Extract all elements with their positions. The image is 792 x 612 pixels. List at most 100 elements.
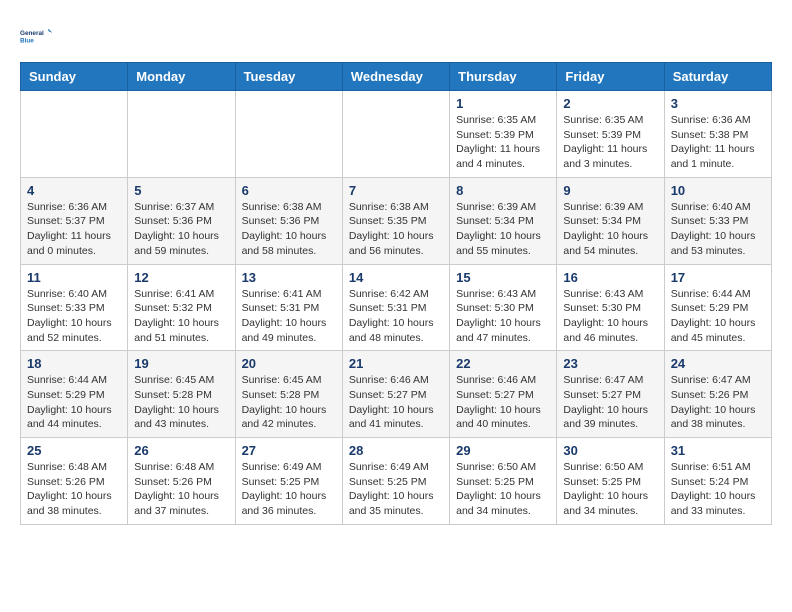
day-info: Sunrise: 6:40 AM Sunset: 5:33 PM Dayligh… <box>671 200 765 259</box>
calendar-cell: 7Sunrise: 6:38 AM Sunset: 5:35 PM Daylig… <box>342 177 449 264</box>
calendar-cell: 3 Sunrise: 6:36 AM Sunset: 5:38 PM Daylig… <box>664 91 771 178</box>
calendar-cell: 21 Sunrise: 6:46 AM Sunset: 5:27 PM Dayli… <box>342 351 449 438</box>
day-number: 19 <box>134 356 228 371</box>
day-number: 17 <box>671 270 765 285</box>
day-header-sunday: Sunday <box>21 63 128 91</box>
day-number: 31 <box>671 443 765 458</box>
day-header-monday: Monday <box>128 63 235 91</box>
calendar-cell <box>235 91 342 178</box>
day-header-wednesday: Wednesday <box>342 63 449 91</box>
day-info: Sunrise: 6:37 AM Sunset: 5:36 PM Dayligh… <box>134 200 228 259</box>
calendar-week-row: 11 Sunrise: 6:40 AM Sunset: 5:33 PM Dayli… <box>21 264 772 351</box>
day-info: Sunrise: 6:35 AM Sunset: 5:39 PM Dayligh… <box>456 113 550 172</box>
calendar-cell: 29Sunrise: 6:50 AM Sunset: 5:25 PM Dayli… <box>450 438 557 525</box>
calendar-cell: 2 Sunrise: 6:35 AM Sunset: 5:39 PM Daylig… <box>557 91 664 178</box>
calendar-cell: 18 Sunrise: 6:44 AM Sunset: 5:29 PM Dayli… <box>21 351 128 438</box>
calendar-cell: 8 Sunrise: 6:39 AM Sunset: 5:34 PM Daylig… <box>450 177 557 264</box>
day-number: 21 <box>349 356 443 371</box>
calendar-cell <box>128 91 235 178</box>
logo: General Blue <box>20 20 52 52</box>
calendar-cell: 28 Sunrise: 6:49 AM Sunset: 5:25 PM Dayli… <box>342 438 449 525</box>
calendar-cell: 23Sunrise: 6:47 AM Sunset: 5:27 PM Dayli… <box>557 351 664 438</box>
calendar-header-row: SundayMondayTuesdayWednesdayThursdayFrid… <box>21 63 772 91</box>
day-number: 30 <box>563 443 657 458</box>
svg-text:General: General <box>20 30 44 37</box>
day-number: 3 <box>671 96 765 111</box>
calendar-cell: 4 Sunrise: 6:36 AM Sunset: 5:37 PM Daylig… <box>21 177 128 264</box>
day-header-tuesday: Tuesday <box>235 63 342 91</box>
day-info: Sunrise: 6:39 AM Sunset: 5:34 PM Dayligh… <box>563 200 657 259</box>
calendar-table: SundayMondayTuesdayWednesdayThursdayFrid… <box>20 62 772 525</box>
day-info: Sunrise: 6:47 AM Sunset: 5:26 PM Dayligh… <box>671 373 765 432</box>
day-number: 5 <box>134 183 228 198</box>
day-number: 22 <box>456 356 550 371</box>
calendar-cell: 17 Sunrise: 6:44 AM Sunset: 5:29 PM Dayli… <box>664 264 771 351</box>
day-number: 8 <box>456 183 550 198</box>
calendar-cell: 15 Sunrise: 6:43 AM Sunset: 5:30 PM Dayli… <box>450 264 557 351</box>
day-info: Sunrise: 6:46 AM Sunset: 5:27 PM Dayligh… <box>456 373 550 432</box>
calendar-cell <box>21 91 128 178</box>
calendar-cell <box>342 91 449 178</box>
calendar-cell: 30Sunrise: 6:50 AM Sunset: 5:25 PM Dayli… <box>557 438 664 525</box>
day-number: 1 <box>456 96 550 111</box>
day-info: Sunrise: 6:51 AM Sunset: 5:24 PM Dayligh… <box>671 460 765 519</box>
day-info: Sunrise: 6:40 AM Sunset: 5:33 PM Dayligh… <box>27 287 121 346</box>
day-number: 9 <box>563 183 657 198</box>
day-number: 18 <box>27 356 121 371</box>
day-info: Sunrise: 6:48 AM Sunset: 5:26 PM Dayligh… <box>134 460 228 519</box>
svg-text:Blue: Blue <box>20 37 34 44</box>
day-number: 2 <box>563 96 657 111</box>
day-number: 11 <box>27 270 121 285</box>
day-info: Sunrise: 6:44 AM Sunset: 5:29 PM Dayligh… <box>27 373 121 432</box>
calendar-week-row: 18 Sunrise: 6:44 AM Sunset: 5:29 PM Dayli… <box>21 351 772 438</box>
day-number: 25 <box>27 443 121 458</box>
calendar-cell: 24 Sunrise: 6:47 AM Sunset: 5:26 PM Dayli… <box>664 351 771 438</box>
day-info: Sunrise: 6:35 AM Sunset: 5:39 PM Dayligh… <box>563 113 657 172</box>
day-info: Sunrise: 6:36 AM Sunset: 5:37 PM Dayligh… <box>27 200 121 259</box>
calendar-header: General Blue <box>20 20 772 52</box>
day-info: Sunrise: 6:48 AM Sunset: 5:26 PM Dayligh… <box>27 460 121 519</box>
day-number: 10 <box>671 183 765 198</box>
day-number: 14 <box>349 270 443 285</box>
day-info: Sunrise: 6:49 AM Sunset: 5:25 PM Dayligh… <box>349 460 443 519</box>
day-number: 15 <box>456 270 550 285</box>
calendar-cell: 13 Sunrise: 6:41 AM Sunset: 5:31 PM Dayli… <box>235 264 342 351</box>
calendar-cell: 5 Sunrise: 6:37 AM Sunset: 5:36 PM Daylig… <box>128 177 235 264</box>
day-info: Sunrise: 6:50 AM Sunset: 5:25 PM Dayligh… <box>456 460 550 519</box>
calendar-cell: 16 Sunrise: 6:43 AM Sunset: 5:30 PM Dayli… <box>557 264 664 351</box>
logo-icon: General Blue <box>20 20 52 52</box>
calendar-cell: 14 Sunrise: 6:42 AM Sunset: 5:31 PM Dayli… <box>342 264 449 351</box>
day-number: 12 <box>134 270 228 285</box>
day-info: Sunrise: 6:39 AM Sunset: 5:34 PM Dayligh… <box>456 200 550 259</box>
day-header-thursday: Thursday <box>450 63 557 91</box>
day-number: 7 <box>349 183 443 198</box>
day-info: Sunrise: 6:43 AM Sunset: 5:30 PM Dayligh… <box>456 287 550 346</box>
calendar-cell: 19 Sunrise: 6:45 AM Sunset: 5:28 PM Dayli… <box>128 351 235 438</box>
day-info: Sunrise: 6:45 AM Sunset: 5:28 PM Dayligh… <box>242 373 336 432</box>
calendar-cell: 9 Sunrise: 6:39 AM Sunset: 5:34 PM Daylig… <box>557 177 664 264</box>
day-info: Sunrise: 6:45 AM Sunset: 5:28 PM Dayligh… <box>134 373 228 432</box>
day-info: Sunrise: 6:47 AM Sunset: 5:27 PM Dayligh… <box>563 373 657 432</box>
calendar-cell: 12Sunrise: 6:41 AM Sunset: 5:32 PM Dayli… <box>128 264 235 351</box>
day-header-saturday: Saturday <box>664 63 771 91</box>
calendar-week-row: 25 Sunrise: 6:48 AM Sunset: 5:26 PM Dayli… <box>21 438 772 525</box>
calendar-cell: 10 Sunrise: 6:40 AM Sunset: 5:33 PM Dayli… <box>664 177 771 264</box>
calendar-cell: 11 Sunrise: 6:40 AM Sunset: 5:33 PM Dayli… <box>21 264 128 351</box>
day-number: 24 <box>671 356 765 371</box>
day-info: Sunrise: 6:36 AM Sunset: 5:38 PM Dayligh… <box>671 113 765 172</box>
day-number: 16 <box>563 270 657 285</box>
day-info: Sunrise: 6:42 AM Sunset: 5:31 PM Dayligh… <box>349 287 443 346</box>
day-info: Sunrise: 6:38 AM Sunset: 5:36 PM Dayligh… <box>242 200 336 259</box>
day-info: Sunrise: 6:46 AM Sunset: 5:27 PM Dayligh… <box>349 373 443 432</box>
calendar-cell: 6Sunrise: 6:38 AM Sunset: 5:36 PM Daylig… <box>235 177 342 264</box>
day-number: 13 <box>242 270 336 285</box>
day-info: Sunrise: 6:43 AM Sunset: 5:30 PM Dayligh… <box>563 287 657 346</box>
day-number: 28 <box>349 443 443 458</box>
day-number: 4 <box>27 183 121 198</box>
calendar-week-row: 1 Sunrise: 6:35 AM Sunset: 5:39 PM Daylig… <box>21 91 772 178</box>
day-info: Sunrise: 6:44 AM Sunset: 5:29 PM Dayligh… <box>671 287 765 346</box>
day-info: Sunrise: 6:41 AM Sunset: 5:31 PM Dayligh… <box>242 287 336 346</box>
calendar-cell: 31 Sunrise: 6:51 AM Sunset: 5:24 PM Dayli… <box>664 438 771 525</box>
calendar-cell: 27Sunrise: 6:49 AM Sunset: 5:25 PM Dayli… <box>235 438 342 525</box>
calendar-cell: 25 Sunrise: 6:48 AM Sunset: 5:26 PM Dayli… <box>21 438 128 525</box>
